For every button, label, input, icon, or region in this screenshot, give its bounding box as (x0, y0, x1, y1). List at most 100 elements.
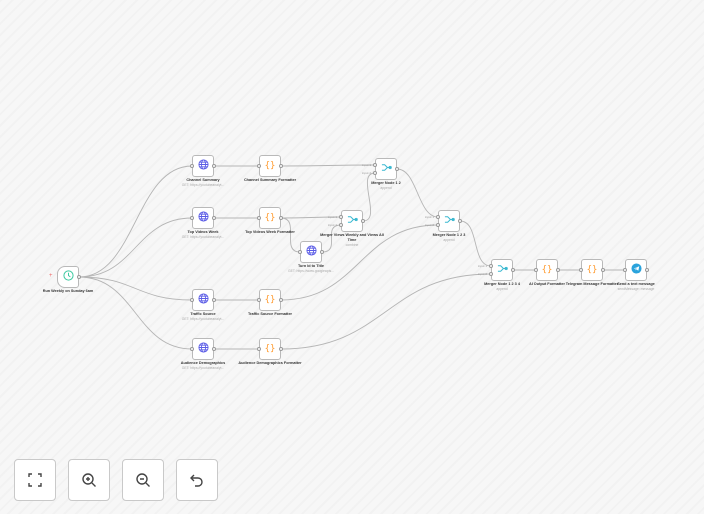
output-port[interactable] (279, 164, 283, 168)
input-port[interactable] (190, 347, 194, 351)
node-ai[interactable]: {} (536, 259, 558, 281)
node-label: Send a text message sendMessage: message (604, 282, 668, 292)
node-tit[interactable] (300, 241, 322, 263)
node-title: Channel Summary (186, 178, 220, 182)
output-port[interactable] (601, 268, 605, 272)
output-port[interactable] (279, 347, 283, 351)
fit-view-button[interactable] (14, 459, 56, 501)
output-port[interactable] (458, 219, 462, 223)
add-node-icon[interactable]: + (49, 273, 53, 279)
node-title: Send a text message (617, 282, 655, 286)
node-subtitle: GET: https://youtubeanalyt... (181, 183, 225, 187)
connection-m123-m1234[interactable] (459, 220, 492, 267)
node-subtitle: sendMessage: message (617, 287, 655, 291)
globe-icon (197, 342, 209, 356)
output-port[interactable] (212, 298, 216, 302)
braces-icon: {} (586, 265, 598, 275)
connection-tvf-tit[interactable] (280, 217, 301, 253)
output-port[interactable] (279, 298, 283, 302)
output-port[interactable] (212, 347, 216, 351)
node-title: Traffic Source (190, 312, 216, 316)
input-port[interactable] (339, 223, 343, 227)
node-title: Run Weekly on Sunday 6am (42, 289, 94, 293)
output-port[interactable] (279, 216, 283, 220)
connection-m12-m123[interactable] (396, 168, 439, 218)
output-port[interactable] (361, 219, 365, 223)
node-title: Audience Demographics (180, 361, 226, 365)
node-ad[interactable] (192, 338, 214, 360)
node-send[interactable] (625, 259, 647, 281)
braces-icon: {} (264, 295, 276, 305)
output-port[interactable] (556, 268, 560, 272)
output-port[interactable] (511, 268, 515, 272)
input-port[interactable] (373, 171, 377, 175)
node-mv[interactable] (341, 210, 363, 232)
node-m12[interactable] (375, 158, 397, 180)
globe-icon (305, 245, 317, 259)
input-port[interactable] (489, 264, 493, 268)
input-port[interactable] (257, 216, 261, 220)
input-port[interactable] (623, 268, 627, 272)
connections-layer (78, 164, 625, 350)
input-port[interactable] (373, 163, 377, 167)
output-port[interactable] (212, 164, 216, 168)
input-port[interactable] (489, 272, 493, 276)
input-port[interactable] (257, 164, 261, 168)
node-label: Top Videos Week GET: https://youtubeanaly… (171, 230, 235, 240)
output-port[interactable] (320, 250, 324, 254)
node-adf[interactable]: {} (259, 338, 281, 360)
node-tg[interactable]: {} (581, 259, 603, 281)
undo-button[interactable] (176, 459, 218, 501)
input-port[interactable] (339, 215, 343, 219)
merge-icon (347, 214, 358, 228)
output-port[interactable] (395, 167, 399, 171)
node-subtitle: combine (345, 243, 359, 247)
input-port[interactable] (190, 164, 194, 168)
node-tv[interactable] (192, 207, 214, 229)
input-port[interactable] (579, 268, 583, 272)
node-tvf[interactable]: {} (259, 207, 281, 229)
node-subtitle: append (443, 238, 455, 242)
clock-icon (62, 270, 74, 284)
input-label: input 2 (328, 223, 338, 227)
node-label: Run Weekly on Sunday 6am (36, 289, 100, 294)
input-label: input 1 (478, 264, 488, 268)
output-port[interactable] (645, 268, 649, 272)
output-port[interactable] (77, 275, 81, 279)
zoom-in-icon (82, 473, 96, 487)
input-port[interactable] (190, 298, 194, 302)
node-label: Audience Demographics Formatter (238, 361, 302, 366)
node-subtitle: append (380, 186, 392, 190)
input-port[interactable] (257, 347, 261, 351)
connection-trigger-tv[interactable] (78, 217, 193, 278)
input-port[interactable] (436, 223, 440, 227)
node-cs[interactable] (192, 155, 214, 177)
node-label: Traffic Source GET: https://youtubeanalyt… (171, 312, 235, 322)
node-title: Turn Id to Title (297, 264, 324, 268)
input-port[interactable] (257, 298, 261, 302)
zoom-out-button[interactable] (122, 459, 164, 501)
node-label: Top Videos Week Formatter (238, 230, 302, 235)
node-label: Merger Node 1 2 append (354, 181, 418, 191)
node-m1234[interactable] (491, 259, 513, 281)
node-csf[interactable]: {} (259, 155, 281, 177)
input-port[interactable] (436, 215, 440, 219)
node-trigger[interactable] (57, 266, 79, 288)
braces-icon: {} (264, 344, 276, 354)
input-port[interactable] (190, 216, 194, 220)
input-port[interactable] (298, 250, 302, 254)
node-tsf[interactable]: {} (259, 289, 281, 311)
node-ts[interactable] (192, 289, 214, 311)
input-port[interactable] (534, 268, 538, 272)
connection-csf-m12[interactable] (280, 164, 376, 167)
connection-adf-m1234[interactable] (280, 273, 492, 350)
node-m123[interactable] (438, 210, 460, 232)
globe-icon (197, 211, 209, 225)
zoom-in-button[interactable] (68, 459, 110, 501)
output-port[interactable] (212, 216, 216, 220)
node-title: Channel Summary Formatter (243, 178, 297, 182)
node-label: Merger Node 1 2 3 append (417, 233, 481, 243)
node-subtitle: GET: https://youtubeanalyt... (181, 235, 225, 239)
node-title: Top Videos Week (187, 230, 219, 234)
globe-icon (197, 293, 209, 307)
